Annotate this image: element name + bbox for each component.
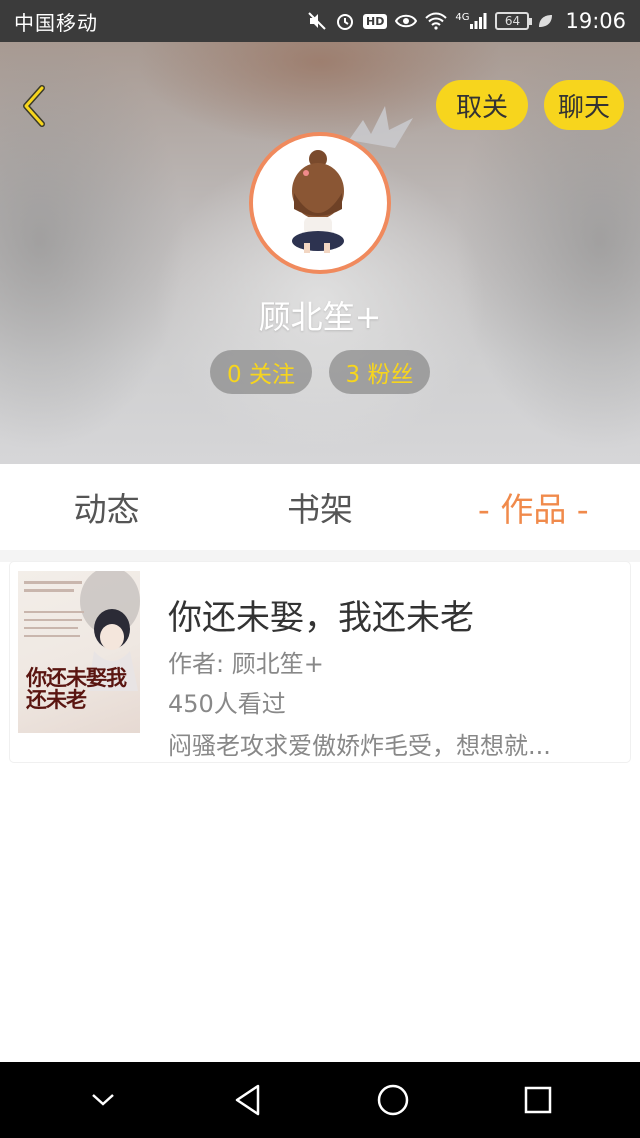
wifi-icon: [425, 12, 448, 30]
carrier-name: 中国移动: [14, 10, 98, 35]
battery-icon: 64: [495, 12, 533, 30]
chevron-left-icon: [23, 85, 45, 127]
hd-icon: HD: [363, 13, 388, 29]
hide-keyboard-button[interactable]: [78, 1075, 128, 1125]
signal-icon: 4G: [455, 12, 487, 30]
navigation-bar: [0, 1062, 640, 1138]
avatar[interactable]: [249, 132, 391, 274]
book-author: 作者: 顾北笙+: [168, 650, 324, 678]
works-list: 你还未娶我还未老 你还未娶，我还未老 作者: 顾北笙+ 450人看过 闷骚老攻求…: [0, 550, 640, 1062]
back-button[interactable]: [14, 84, 54, 128]
book-cover[interactable]: 你还未娶我还未老: [18, 571, 140, 733]
profile-tabs: 动态 书架 - 作品 -: [0, 464, 640, 550]
tab-activity[interactable]: 动态: [0, 483, 213, 531]
recents-square-icon: [524, 1086, 551, 1114]
home-nav-button[interactable]: [368, 1075, 418, 1125]
content-divider: [0, 550, 640, 562]
unfollow-button[interactable]: 取关: [436, 80, 528, 130]
recents-nav-button[interactable]: [513, 1075, 563, 1125]
back-nav-button[interactable]: [223, 1075, 273, 1125]
eye-icon: [395, 13, 418, 29]
book-description: 闷骚老攻求爱傲娇炸毛受，想想就...: [168, 732, 551, 760]
alarm-icon: [335, 11, 355, 31]
profile-header: 取关 聊天 顾北笙+ 0 关注 3 粉丝: [0, 42, 640, 464]
mute-icon: [307, 11, 327, 31]
clock: 19:06: [565, 9, 626, 33]
following-count[interactable]: 0 关注: [210, 350, 312, 394]
book-card[interactable]: 你还未娶我还未老 你还未娶，我还未老 作者: 顾北笙+ 450人看过 闷骚老攻求…: [10, 562, 630, 762]
avatar-illustration: [292, 150, 344, 253]
status-bar: 中国移动 HD 4G 64 19:06: [0, 0, 640, 42]
followers-count[interactable]: 3 粉丝: [329, 350, 430, 394]
network-type: 4G: [455, 12, 470, 23]
hide-keyboard-icon: [91, 1094, 114, 1106]
home-circle-icon: [377, 1084, 408, 1116]
tab-works[interactable]: - 作品 -: [427, 483, 640, 531]
cover-title: 你还未娶我还未老: [26, 665, 127, 712]
leaf-icon: [537, 13, 553, 29]
status-icons: HD 4G 64 19:06: [307, 9, 626, 33]
book-title[interactable]: 你还未娶，我还未老: [168, 590, 474, 639]
username: 顾北笙+: [258, 298, 382, 336]
chat-button[interactable]: 聊天: [544, 80, 624, 130]
back-triangle-icon: [235, 1084, 259, 1116]
tab-bookshelf[interactable]: 书架: [213, 483, 426, 531]
book-views: 450人看过: [168, 690, 286, 718]
